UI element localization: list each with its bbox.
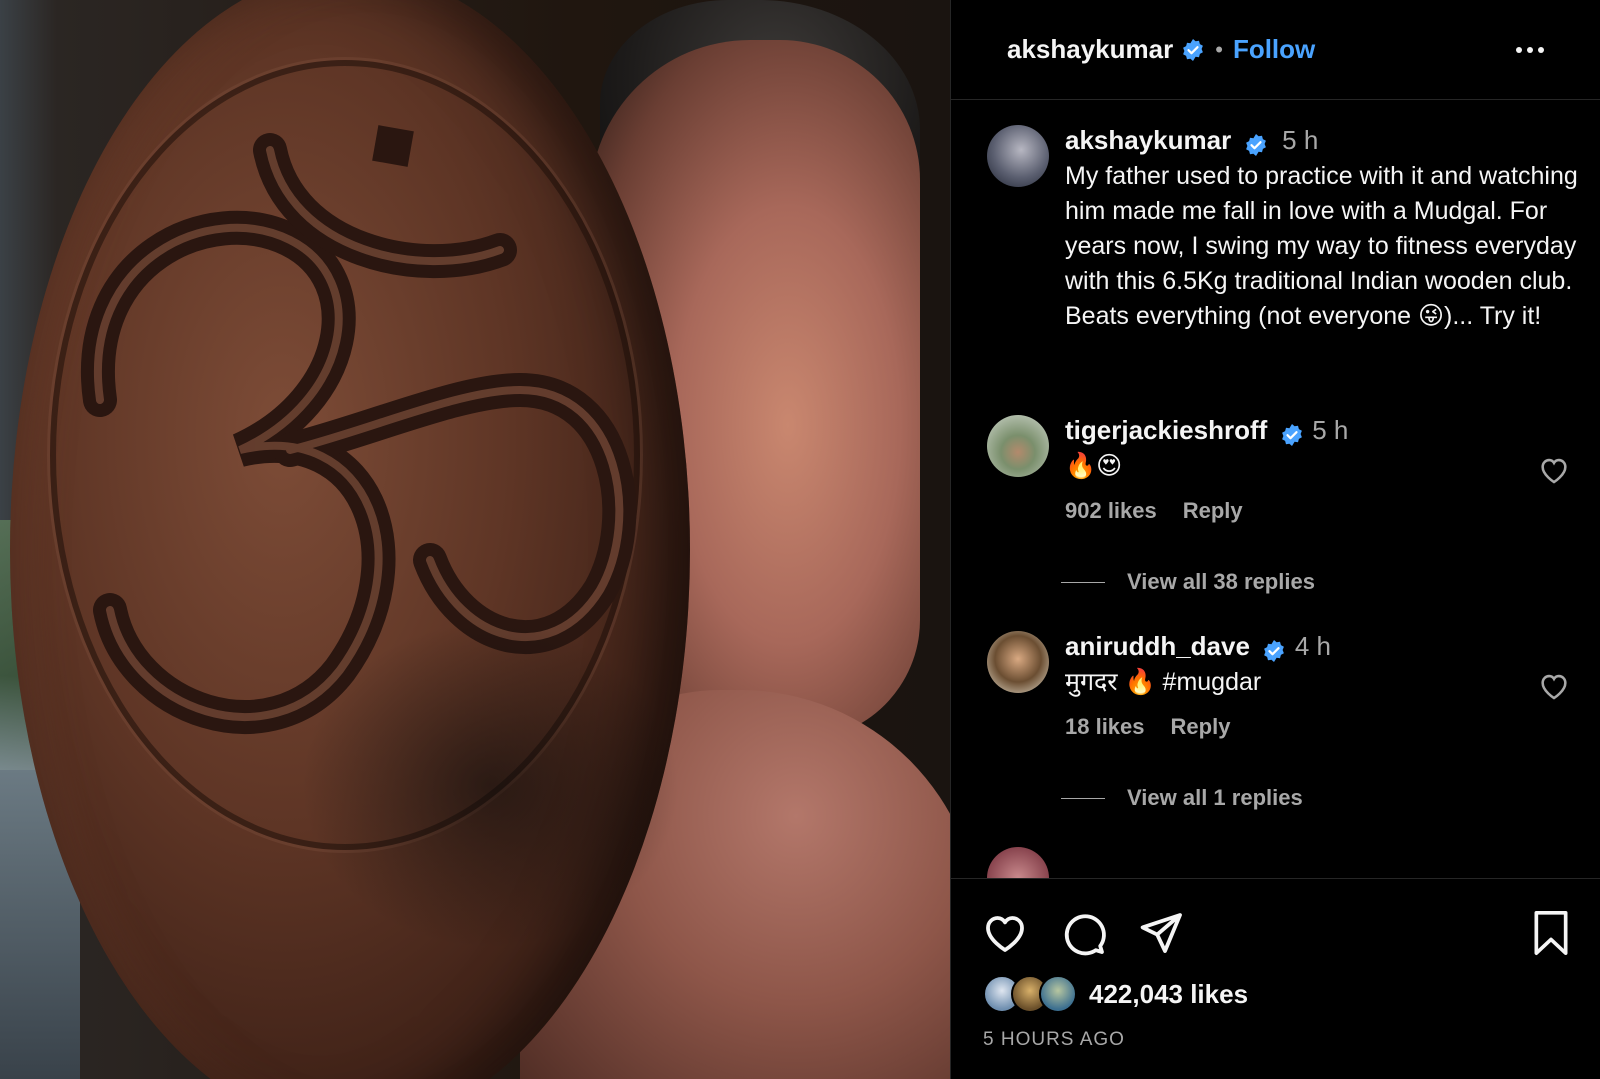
heart-icon[interactable]	[981, 909, 1029, 957]
header-separator: •	[1215, 36, 1223, 62]
avatar[interactable]	[987, 631, 1049, 693]
post-footer: 422,043 likes 5 HOURS AGO	[951, 878, 1600, 1079]
likes-summary[interactable]: 422,043 likes	[983, 975, 1248, 1013]
comment-item: tigerjackieshroff 5 h 🔥😍 902 likes Reply	[987, 415, 1590, 524]
comment-text: मुगदर 🔥 #mugdar	[1065, 667, 1262, 696]
post-timestamp[interactable]: 5 HOURS AGO	[983, 1029, 1125, 1051]
comments-list[interactable]: akshaykumar 5 h My father used to practi…	[951, 101, 1600, 879]
comment-like-heart-icon[interactable]	[1537, 453, 1571, 487]
comment-icon[interactable]	[1059, 909, 1107, 957]
avatar[interactable]	[987, 847, 1049, 879]
post-side-panel: akshaykumar • Follow akshaykumar 5 h My …	[950, 0, 1600, 1079]
club-shadow	[300, 620, 680, 950]
reply-button[interactable]: Reply	[1171, 714, 1231, 740]
follow-button[interactable]: Follow	[1233, 34, 1315, 65]
view-replies-label: View all 38 replies	[1127, 569, 1315, 594]
avatar[interactable]	[987, 125, 1049, 187]
verified-badge-icon	[1281, 423, 1302, 446]
comment-item-partial	[987, 847, 1049, 879]
view-replies-button[interactable]: View all 38 replies	[1061, 569, 1315, 595]
caption-time: 5 h	[1282, 125, 1319, 155]
avatar[interactable]	[987, 415, 1049, 477]
bookmark-icon[interactable]	[1529, 909, 1573, 957]
comment-text: 🔥😍	[1065, 451, 1123, 480]
caption-text: My father used to practice with it and w…	[1065, 161, 1578, 330]
liker-avatars	[983, 975, 1077, 1013]
comment-username[interactable]: tigerjackieshroff	[1065, 415, 1267, 445]
comment-username[interactable]: aniruddh_dave	[1065, 631, 1250, 661]
header-username[interactable]: akshaykumar	[1007, 34, 1173, 65]
comment-time: 5 h	[1312, 415, 1349, 445]
likes-count[interactable]: 422,043 likes	[1089, 979, 1248, 1010]
avatar	[1039, 975, 1077, 1013]
reply-button[interactable]: Reply	[1183, 498, 1243, 524]
post-caption: akshaykumar 5 h My father used to practi…	[987, 125, 1590, 334]
post-header: akshaykumar • Follow	[951, 0, 1600, 100]
caption-username[interactable]: akshaykumar	[1065, 125, 1231, 155]
verified-badge-icon	[1183, 38, 1204, 61]
verified-badge-icon	[1264, 639, 1285, 662]
view-replies-label: View all 1 replies	[1127, 785, 1303, 810]
comment-like-heart-icon[interactable]	[1537, 669, 1571, 703]
comment-time: 4 h	[1294, 631, 1331, 661]
post-image[interactable]	[0, 0, 950, 1079]
comment-item: aniruddh_dave 4 h मुगदर 🔥 #mugdar 18 lik…	[987, 631, 1590, 740]
verified-badge-icon	[1245, 133, 1266, 156]
comment-likes[interactable]: 18 likes	[1065, 714, 1145, 740]
view-replies-button[interactable]: View all 1 replies	[1061, 785, 1303, 811]
share-icon[interactable]	[1137, 909, 1185, 957]
comment-likes[interactable]: 902 likes	[1065, 498, 1157, 524]
more-options-icon[interactable]	[1516, 46, 1544, 53]
